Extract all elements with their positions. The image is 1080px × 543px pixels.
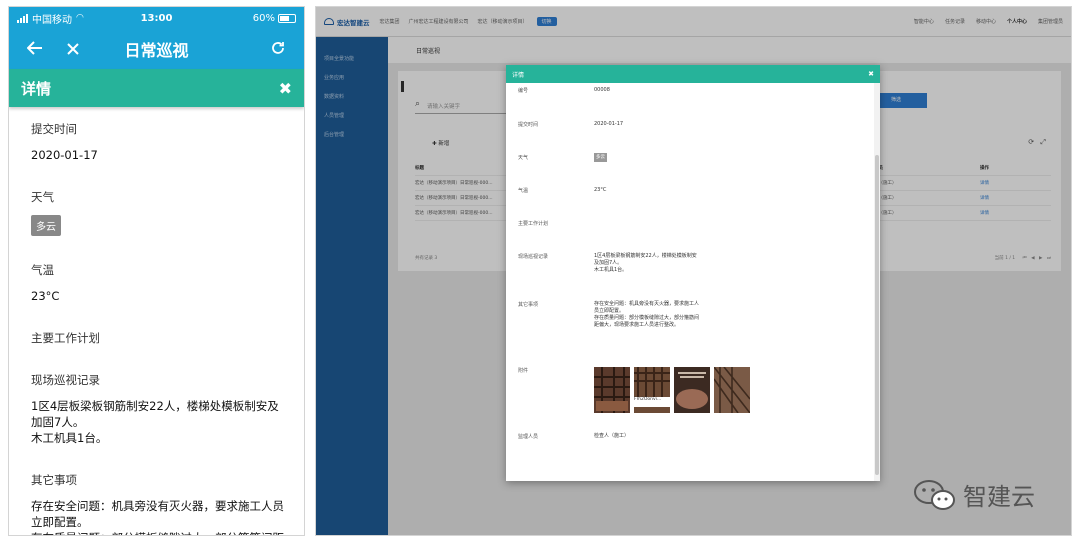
attachment-photo[interactable] <box>713 366 751 414</box>
modal-value: 00008 <box>594 87 610 93</box>
modal-label: 附件 <box>518 368 529 374</box>
attachment-photo[interactable]: Fm2Oonvi... <box>634 367 670 413</box>
modal-title: 详情 <box>512 71 525 79</box>
wechat-icon <box>913 479 957 511</box>
detail-body: 提交时间 2020-01-17 天气 多云 气温 23°C 主要工作计划 现场巡… <box>9 107 304 535</box>
modal-label: 主要工作计划 <box>518 221 549 227</box>
modal-value: 检查人（施工） <box>594 433 630 439</box>
field-value: 存在安全问题：机具旁没有灭火器，要求施工人员立即配置。 存在质量问题：部分模板缝… <box>31 499 284 535</box>
watermark-text: 智建云 <box>963 483 1035 511</box>
scrollbar-thumb[interactable] <box>875 155 879 475</box>
modal-label: 监理人员 <box>518 434 539 440</box>
modal-label: 天气 <box>518 155 529 161</box>
field-temperature: 气温 23°C <box>31 262 304 304</box>
back-arrow-icon[interactable] <box>21 39 49 60</box>
field-label: 提交时间 <box>31 122 77 136</box>
close-detail-icon[interactable]: ✖ <box>279 79 292 98</box>
attachment-caption: Fm2Oonvi... <box>634 397 670 407</box>
field-site-record: 现场巡视记录 1区4层板梁板钢筋制安22人，楼梯处模板制安及加固7人。 木工机具… <box>31 372 304 446</box>
weather-badge: 多云 <box>31 215 61 236</box>
field-weather: 天气 多云 <box>31 189 304 236</box>
modal-scrollbar[interactable] <box>874 83 880 481</box>
field-submit-time: 提交时间 2020-01-17 <box>31 121 304 163</box>
modal-label: 提交时间 <box>518 122 539 128</box>
field-label: 气温 <box>31 263 54 277</box>
modal-value: 存在安全问题：机具旁没有灭火器，要求施工人员立即配置。 存在质量问题：部分模板缝… <box>594 301 700 328</box>
status-bar: 中国移动 ◠ 13:00 60% <box>9 7 304 29</box>
detail-header: 详情 ✖ <box>9 69 304 107</box>
weather-badge: 多云 <box>594 153 607 162</box>
watermark: 智建云 <box>913 477 1035 512</box>
field-label: 主要工作计划 <box>31 331 100 345</box>
attachment-photo[interactable] <box>674 367 710 413</box>
field-value: 2020-01-17 <box>31 148 98 162</box>
detail-title: 详情 <box>21 79 52 98</box>
refresh-icon[interactable] <box>264 39 292 60</box>
mobile-screenshot: 中国移动 ◠ 13:00 60% 日常巡视 详情 ✖ 提交时间 2020-01-… <box>8 6 305 536</box>
modal-close-icon[interactable]: ✖ <box>868 70 874 78</box>
field-label: 现场巡视记录 <box>31 373 100 387</box>
field-other-matters: 其它事项 存在安全问题：机具旁没有灭火器，要求施工人员立即配置。 存在质量问题：… <box>31 472 304 535</box>
field-value: 23°C <box>31 289 60 303</box>
detail-modal: 详情 ✖ 编号 00008 提交时间 2020-01-17 天气 多云 气温 2… <box>506 65 880 481</box>
modal-label: 其它事项 <box>518 302 539 308</box>
modal-body: 编号 00008 提交时间 2020-01-17 天气 多云 气温 23°C 主… <box>506 83 880 481</box>
close-icon[interactable] <box>59 39 87 60</box>
page-title: 日常巡视 <box>124 41 189 60</box>
field-value: 1区4层板梁板钢筋制安22人，楼梯处模板制安及加固7人。 木工机具1台。 <box>31 399 279 445</box>
status-time: 13:00 <box>140 12 173 24</box>
field-work-plan: 主要工作计划 <box>31 330 304 346</box>
modal-label: 气温 <box>518 188 529 194</box>
attachment-list: Fm2Oonvi... <box>594 366 751 414</box>
attachment-photo[interactable] <box>594 367 630 413</box>
desktop-screenshot: 宏达智建云 宏达集团 广州宏达工程建设有限公司 宏达（移动演示项目） 切换 智能… <box>315 6 1072 536</box>
modal-value: 2020-01-17 <box>594 121 624 127</box>
battery-icon <box>278 13 296 23</box>
field-label: 天气 <box>31 190 54 204</box>
field-label: 其它事项 <box>31 473 77 487</box>
modal-label: 现场巡视记录 <box>518 254 549 260</box>
modal-label: 编号 <box>518 88 529 94</box>
modal-value: 多云 <box>594 153 699 162</box>
modal-value: 1区4层板梁板钢筋制安22人，楼梯处模板制安及加固7人。 木工机具1台。 <box>594 253 697 273</box>
modal-value: 23°C <box>594 187 607 193</box>
modal-header: 详情 ✖ <box>506 65 880 83</box>
nav-bar: 日常巡视 <box>9 29 304 69</box>
